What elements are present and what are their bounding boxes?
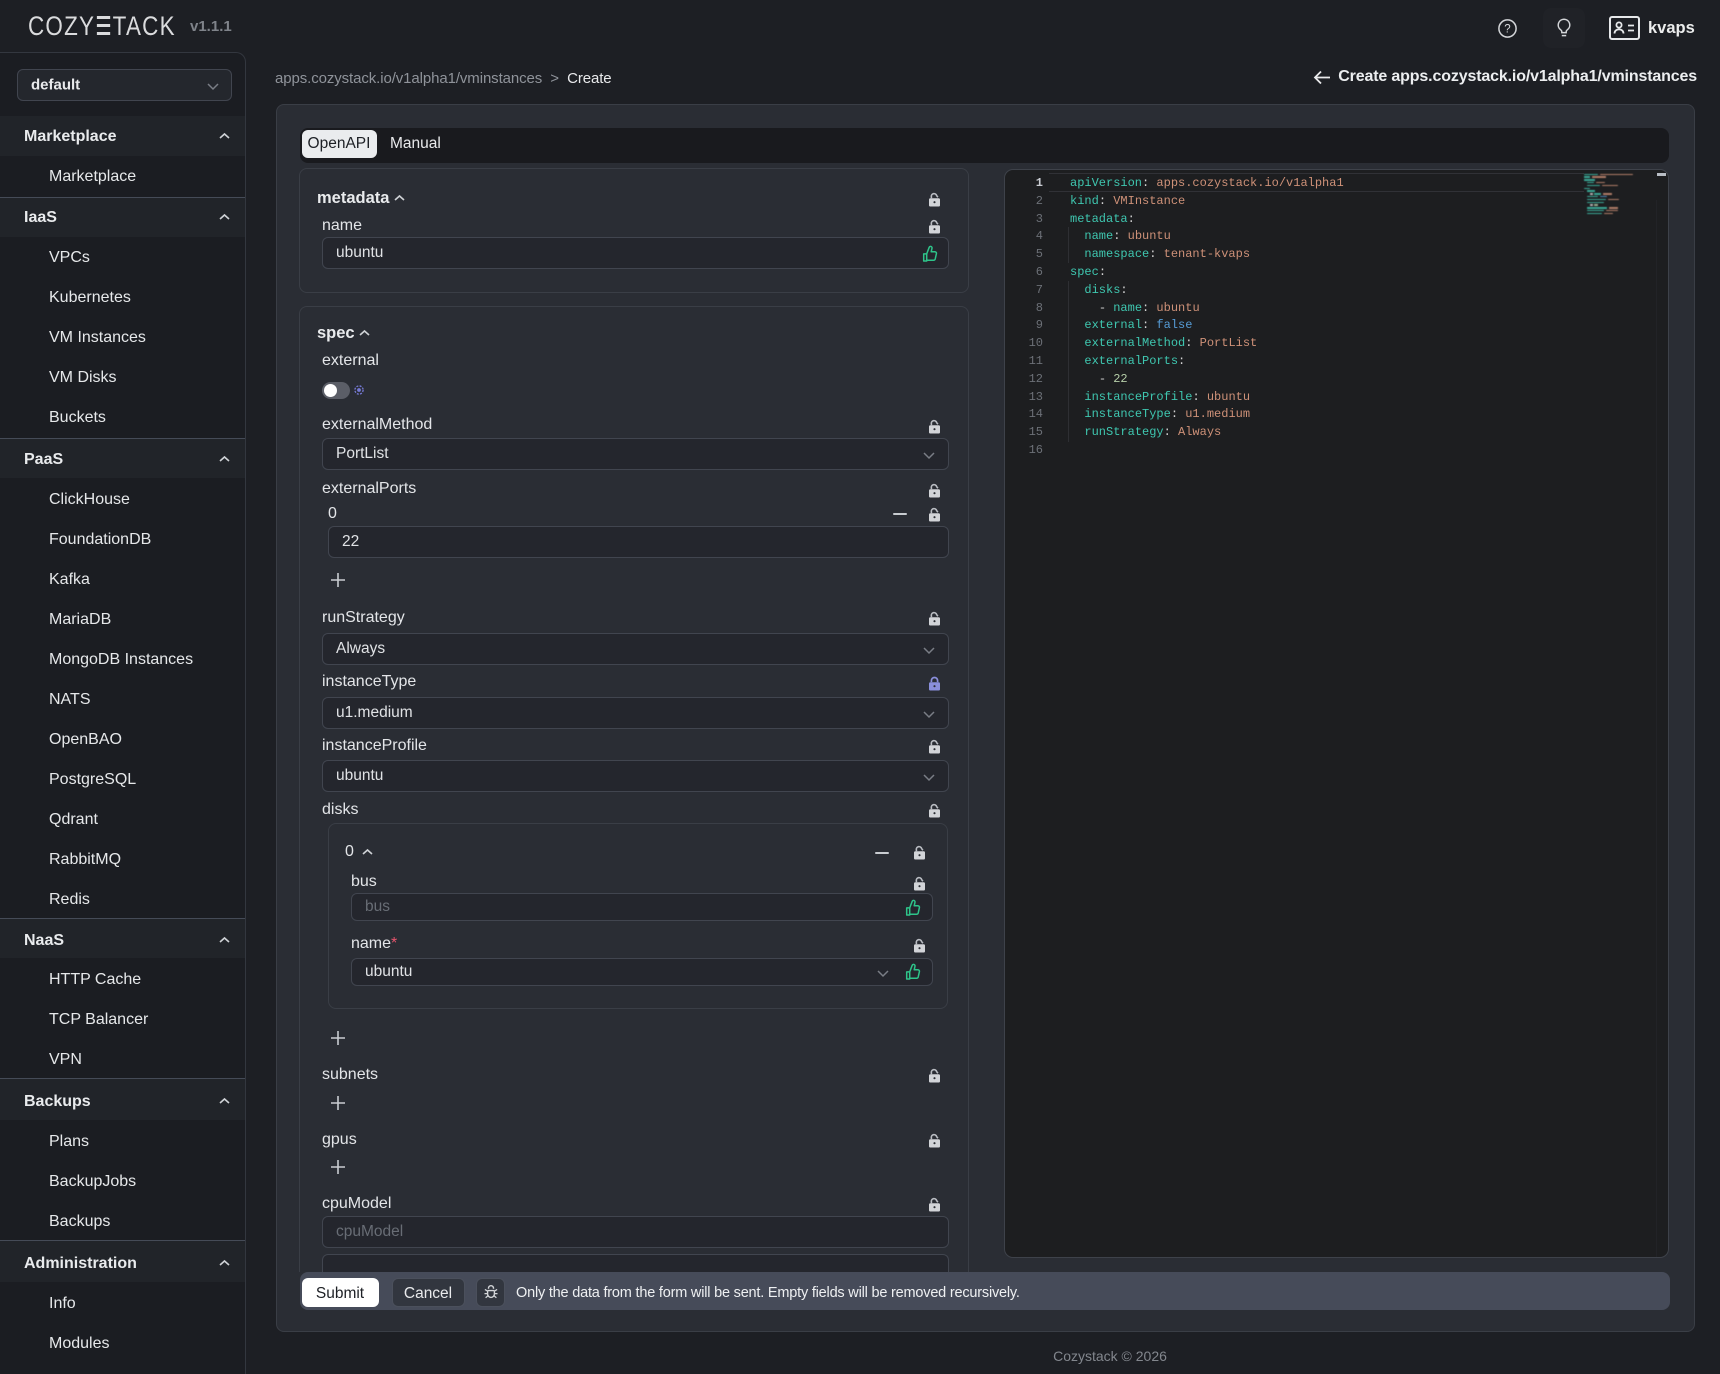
svg-text:?: ? — [1504, 24, 1510, 36]
